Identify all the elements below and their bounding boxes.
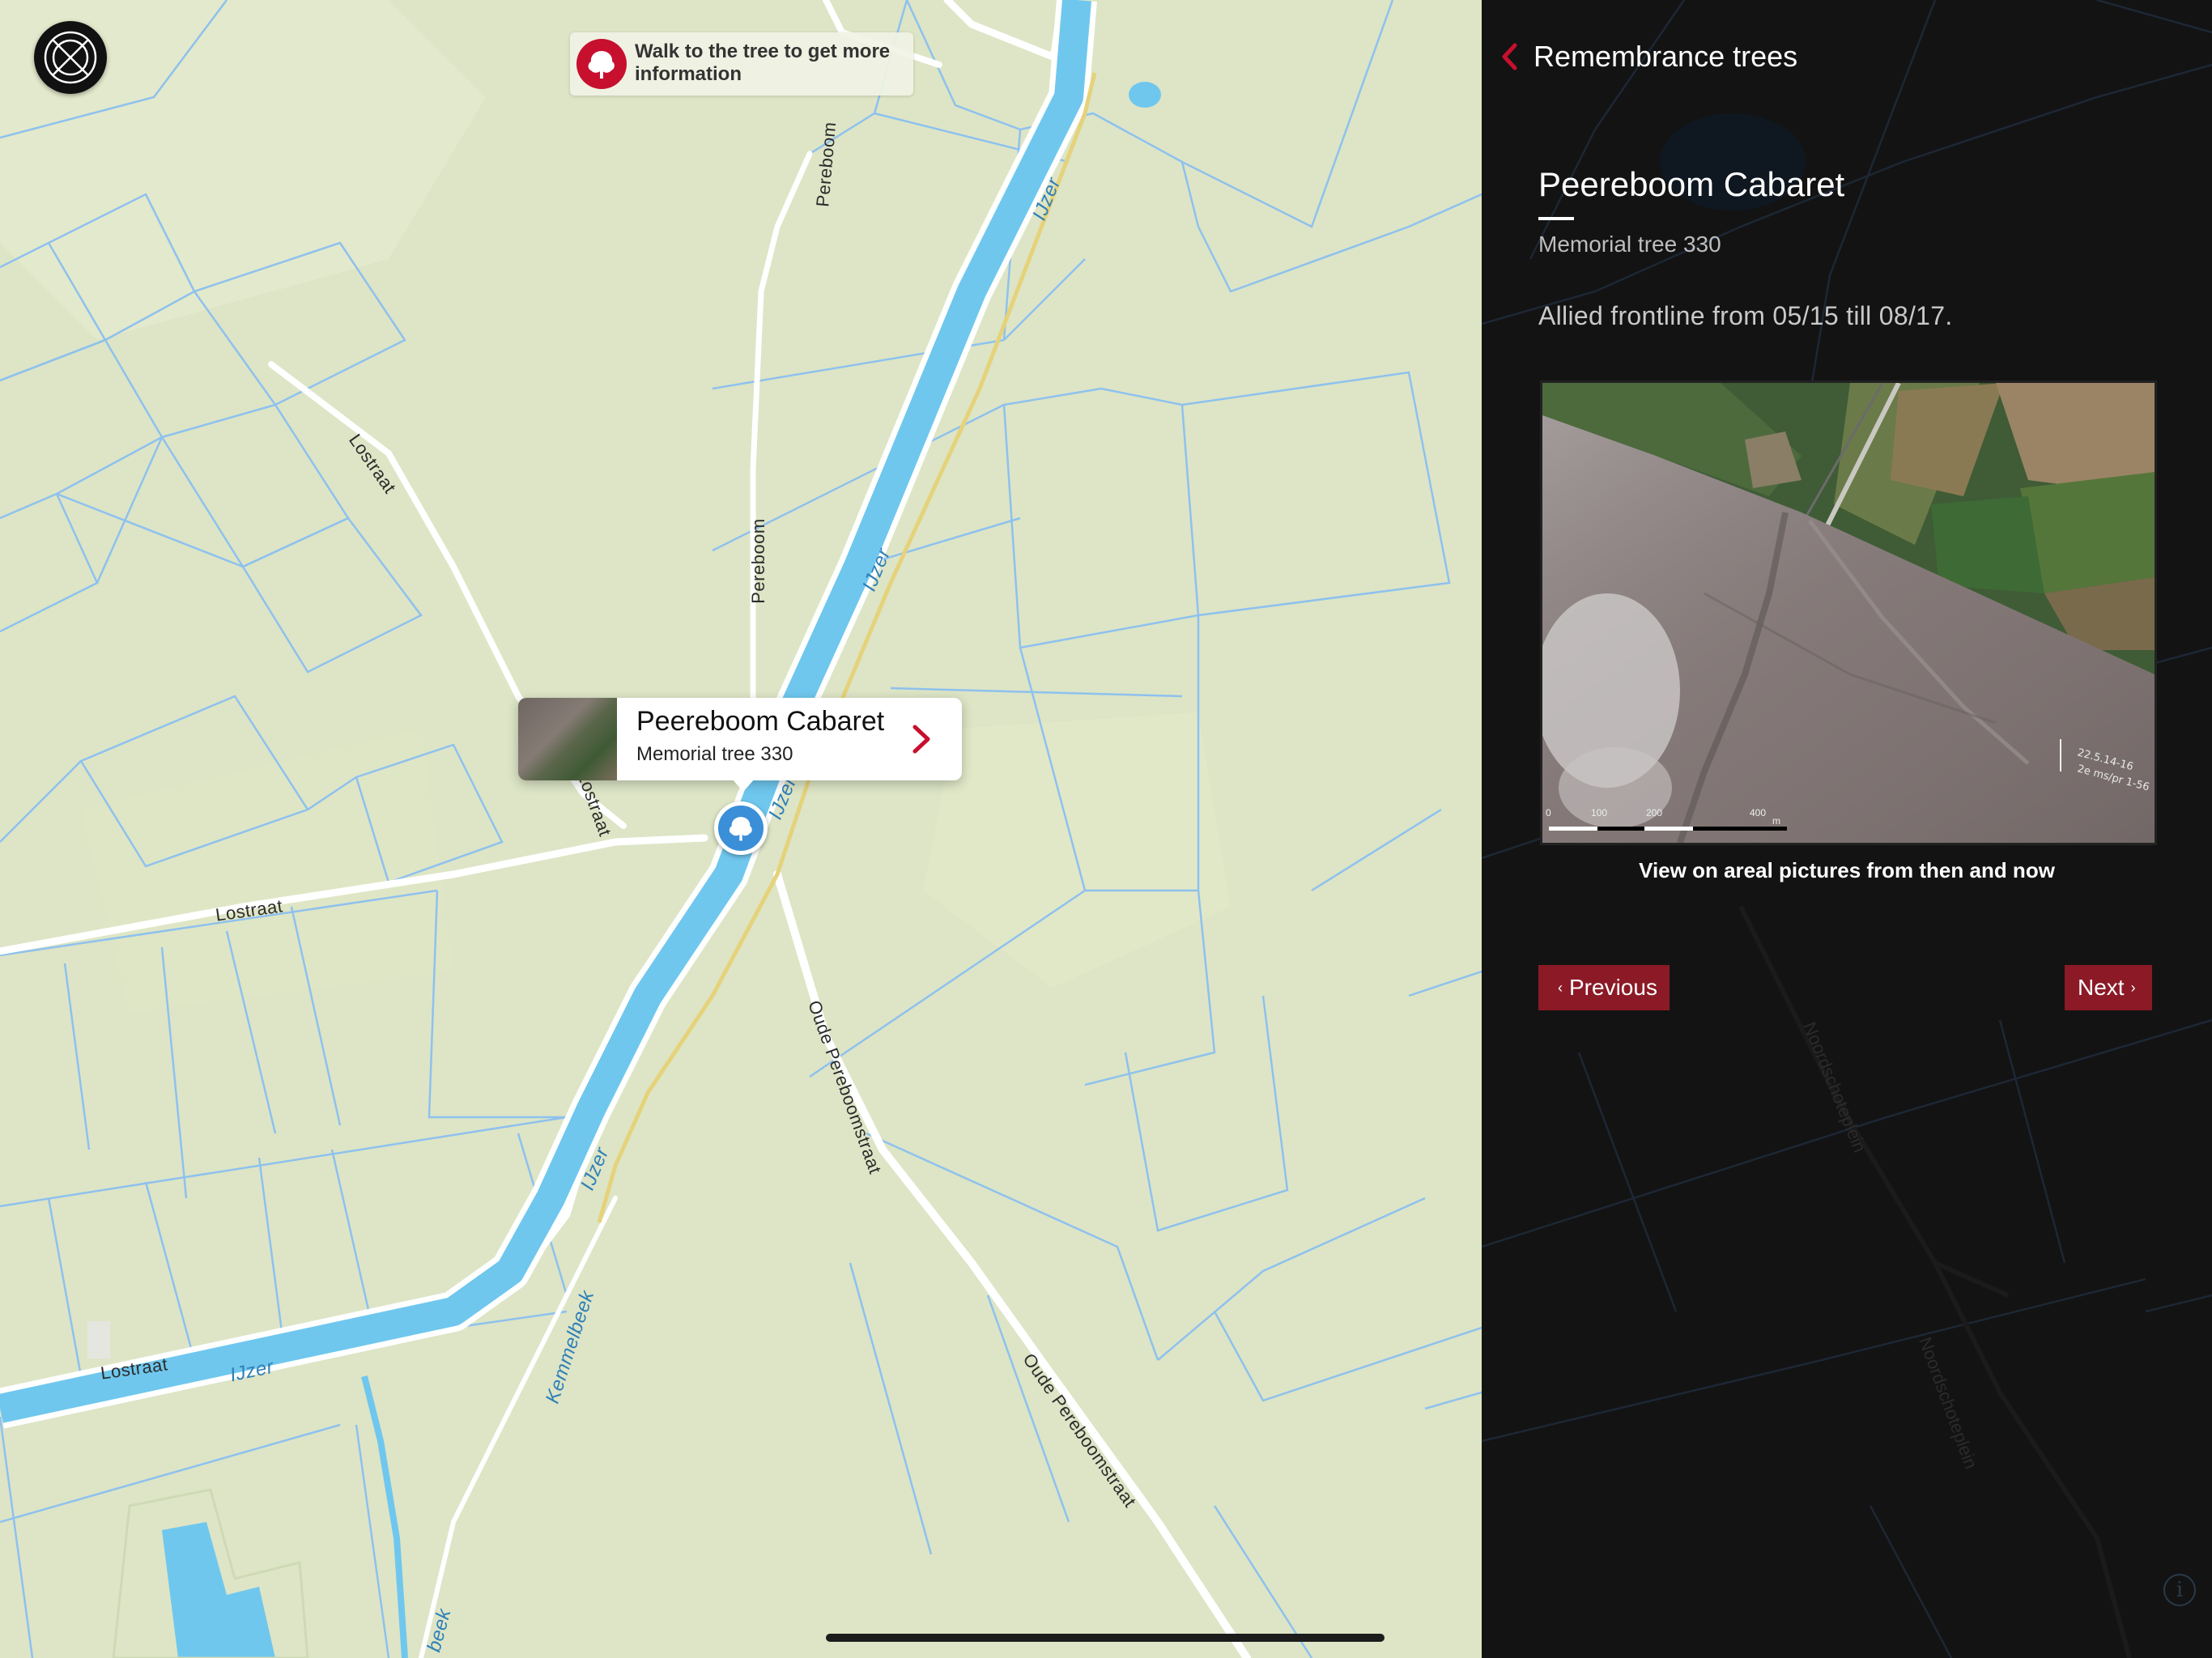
callout-subtitle: Memorial tree 330 [636, 743, 793, 765]
scale-label: m [1772, 815, 1780, 827]
chevron-right-icon: › [2130, 979, 2136, 996]
tree-callout[interactable]: Peereboom Cabaret Memorial tree 330 [518, 698, 962, 780]
place-title: Peereboom Cabaret [1538, 165, 1845, 203]
place-subtitle: Memorial tree 330 [1538, 232, 1721, 257]
chevron-left-icon [1502, 43, 1517, 70]
chevron-left-icon: ‹ [1558, 979, 1563, 996]
scale-label: 0 [1546, 807, 1551, 818]
previous-button-label: Previous [1569, 975, 1657, 1000]
callout-thumbnail [518, 698, 617, 780]
title-underline [1538, 217, 1574, 220]
next-button[interactable]: Next › [2065, 965, 2152, 1010]
back-button-label: Remembrance trees [1534, 40, 1798, 73]
aerial-photo-comparison[interactable]: 22.5.14-16 2e ms/pr 1-56 0 100 200 400 m [1540, 380, 2157, 845]
scale-label: 200 [1646, 807, 1663, 818]
map-view[interactable]: Lostraat Lostraat Lostraat Lostraat Pere… [0, 0, 1482, 1658]
compass-icon [44, 31, 97, 84]
tree-icon [576, 39, 627, 89]
detail-panel: Remembrance trees Peereboom Cabaret Memo… [1482, 0, 2212, 1658]
street-label-pereboom: Pereboom [747, 518, 768, 604]
chevron-right-icon[interactable] [905, 717, 938, 761]
image-caption: View on areal pictures from then and now [1639, 858, 2055, 882]
home-indicator[interactable] [826, 1634, 1385, 1642]
tree-pin[interactable] [714, 801, 768, 855]
next-button-label: Next [2078, 975, 2125, 1000]
place-description: Allied frontline from 05/15 till 08/17. [1538, 301, 1953, 330]
previous-button[interactable]: ‹ Previous [1538, 965, 1670, 1010]
back-button[interactable]: Remembrance trees [1499, 32, 1797, 81]
scale-label: 100 [1591, 807, 1608, 818]
tree-icon [729, 817, 752, 841]
callout-pointer [732, 779, 755, 792]
scale-label: 400 [1750, 807, 1767, 818]
walk-hint: Walk to the tree to get more information [570, 32, 913, 96]
callout-title: Peereboom Cabaret [636, 706, 885, 737]
info-icon[interactable]: i [2163, 1574, 2196, 1606]
hint-text: Walk to the tree to get more information [635, 40, 891, 85]
aerial-photo: 22.5.14-16 2e ms/pr 1-56 [1542, 383, 2155, 843]
compass-button[interactable] [34, 21, 107, 94]
